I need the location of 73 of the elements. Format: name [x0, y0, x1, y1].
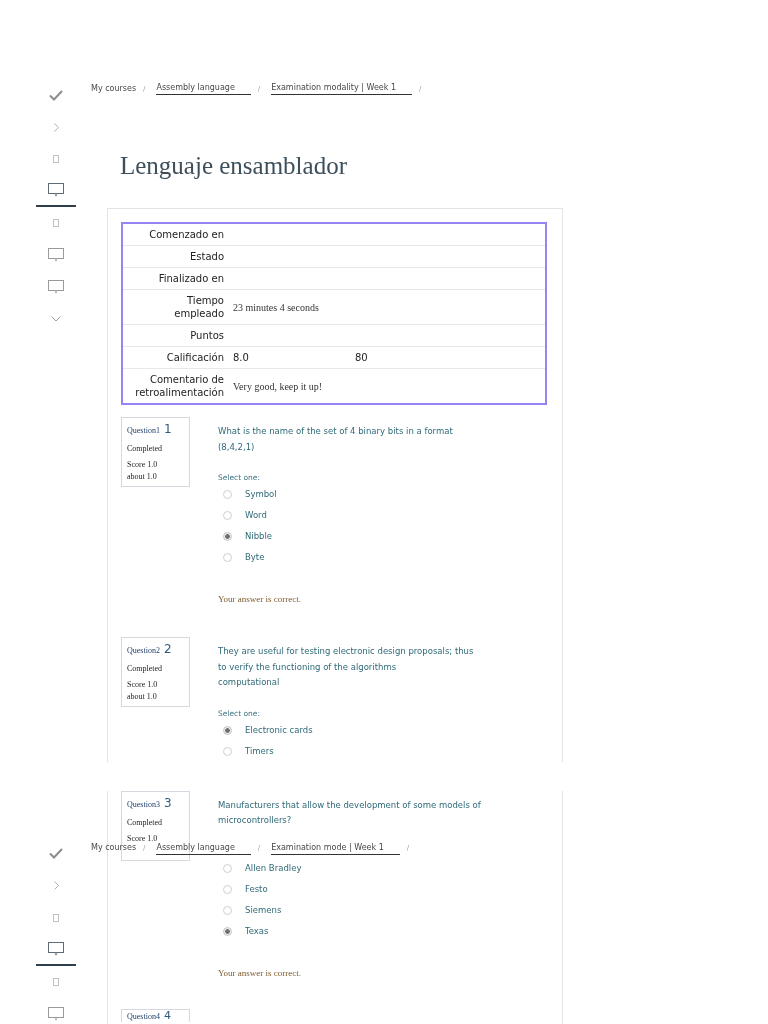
- option-label[interactable]: Timers: [245, 744, 274, 758]
- option-label[interactable]: Electronic cards: [245, 723, 313, 737]
- row-label: Comentario de retroalimentación: [134, 373, 225, 400]
- row-label: Finalizado en: [157, 272, 225, 286]
- row-value: 8.0: [233, 351, 250, 364]
- question-label: Question3: [127, 798, 160, 811]
- row-label: Estado: [188, 250, 225, 264]
- row-label: Puntos: [189, 329, 225, 343]
- page-title: Lenguaje ensamblador: [120, 151, 348, 181]
- row-label: Calificación: [165, 351, 225, 365]
- check-icon[interactable]: [49, 848, 63, 859]
- status-text: Completed: [127, 817, 164, 828]
- row-value: Very good, keep it up!: [233, 379, 324, 393]
- row-value: 80: [355, 351, 369, 364]
- question-text: Manufacturers that allow the development of some models of microcontrollers?: [218, 798, 482, 827]
- status-text: Completed: [127, 664, 164, 674]
- row-label: Tiempo empleado: [173, 294, 225, 321]
- status-text: Completed: [127, 444, 164, 454]
- breadcrumb-link[interactable]: Assembly language: [156, 82, 251, 95]
- question-label: Question2: [127, 645, 160, 657]
- radio-button[interactable]: [223, 746, 232, 756]
- monitor-icon[interactable]: [48, 1006, 64, 1021]
- feedback-text: Your answer is correct.: [218, 966, 303, 979]
- question-number: 1: [163, 422, 172, 436]
- monitor-icon[interactable]: [48, 941, 64, 956]
- question-text: They are useful for testing electronic design proposals; thus to verify the functioning of the algorithms computational: [218, 645, 475, 689]
- row-label: Comenzado en: [148, 228, 225, 242]
- option-label[interactable]: Word: [245, 509, 267, 522]
- option-label[interactable]: Nibble: [245, 530, 273, 543]
- question-number: 4: [163, 1010, 171, 1021]
- chevron-right-icon[interactable]: [53, 122, 59, 132]
- score-text: Score 1.0: [127, 460, 159, 469]
- breadcrumb-link[interactable]: Examination mode | Week 1: [271, 841, 400, 855]
- question-label: Question4: [127, 1011, 160, 1022]
- option-label[interactable]: Symbol: [245, 488, 277, 501]
- radio-button[interactable]: [223, 884, 232, 894]
- score-text: Score 1.0: [127, 680, 159, 689]
- option-label[interactable]: Siemens: [245, 903, 282, 917]
- radio-button[interactable]: [223, 532, 232, 541]
- radio-button[interactable]: [223, 490, 232, 499]
- row-value: 23 minutes 4 seconds: [233, 300, 320, 314]
- feedback-text: Your answer is correct.: [218, 593, 303, 605]
- breadcrumb-link[interactable]: Assembly language: [156, 841, 251, 855]
- radio-button[interactable]: [223, 553, 232, 562]
- chevron-right-icon[interactable]: [53, 881, 59, 890]
- page-icon[interactable]: [53, 219, 59, 227]
- page-icon[interactable]: [53, 913, 59, 922]
- question-number: 2: [163, 642, 172, 656]
- question-number: 3: [163, 795, 172, 810]
- monitor-icon[interactable]: [48, 280, 64, 294]
- page-icon[interactable]: [53, 155, 59, 163]
- breadcrumb-link[interactable]: My courses: [91, 82, 137, 95]
- question-text: What is the name of the set of 4 binary bits in a format (8,4,2,1): [218, 425, 454, 454]
- option-label[interactable]: Texas: [245, 924, 269, 938]
- monitor-icon[interactable]: [48, 248, 64, 262]
- breadcrumb-link[interactable]: My courses: [91, 842, 137, 854]
- monitor-icon[interactable]: [48, 183, 64, 197]
- score-text: Score 1.0: [127, 833, 159, 843]
- question-label: Question1: [127, 425, 160, 437]
- option-label[interactable]: Byte: [245, 551, 265, 564]
- check-icon[interactable]: [49, 89, 63, 101]
- radio-button[interactable]: [223, 725, 232, 735]
- breadcrumb-link[interactable]: Examination modality | Week 1: [271, 82, 413, 95]
- out-of-text: about 1.0: [127, 691, 158, 702]
- radio-button[interactable]: [223, 926, 232, 936]
- option-label[interactable]: Allen Bradley: [245, 861, 302, 875]
- page-icon[interactable]: [53, 977, 59, 986]
- out-of-text: about 1.0: [127, 471, 158, 482]
- chevron-down-icon[interactable]: [51, 316, 61, 322]
- option-label[interactable]: Festo: [245, 882, 268, 896]
- radio-button[interactable]: [223, 511, 232, 520]
- radio-button[interactable]: [223, 863, 232, 873]
- radio-button[interactable]: [223, 905, 232, 915]
